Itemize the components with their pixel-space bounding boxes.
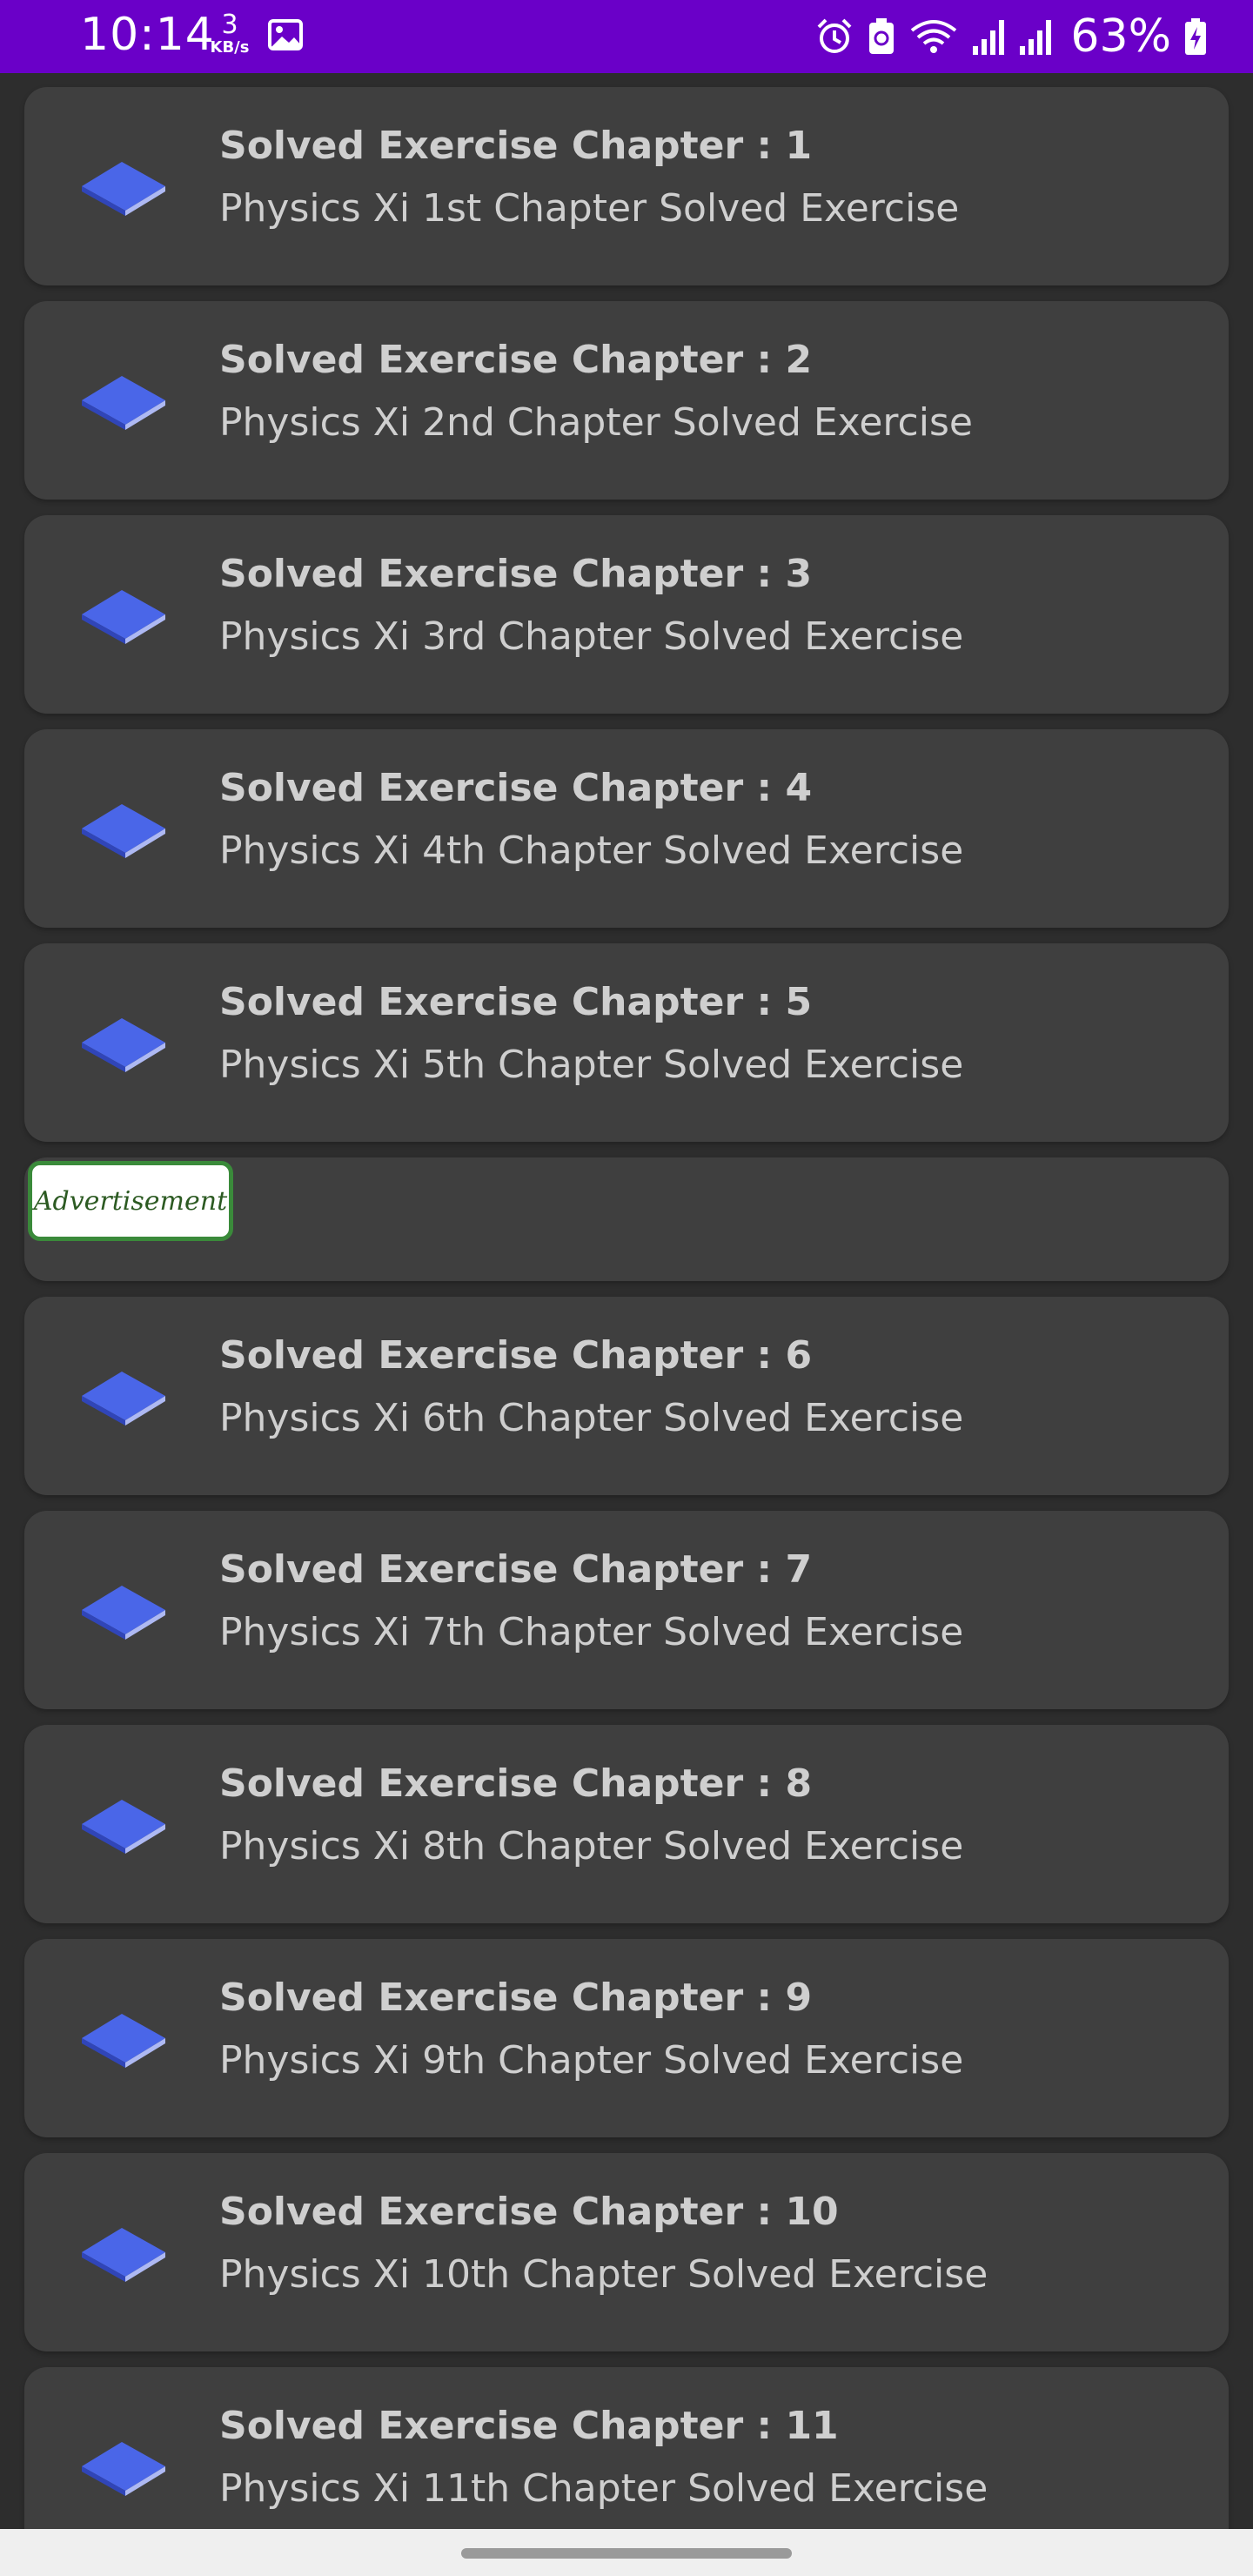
status-time: 10:14	[80, 9, 215, 61]
book-icon	[80, 1366, 167, 1426]
chapter-title: Solved Exercise Chapter : 2	[219, 338, 813, 382]
chapter-list-item[interactable]: Solved Exercise Chapter : 10 Physics Xi 1…	[24, 2153, 1229, 2351]
chapter-list-item[interactable]: Solved Exercise Chapter : 1 Physics Xi 1s…	[24, 87, 1229, 285]
wifi-icon	[911, 20, 957, 53]
chapter-title: Solved Exercise Chapter : 6	[219, 1333, 813, 1378]
signal-icon	[1020, 20, 1052, 55]
chapter-title: Solved Exercise Chapter : 3	[219, 552, 813, 596]
ad-banner[interactable]: Advertisement	[24, 1157, 1229, 1281]
image-icon	[268, 19, 303, 50]
chapter-title: Solved Exercise Chapter : 10	[219, 2190, 839, 2234]
chapter-title: Solved Exercise Chapter : 4	[219, 766, 813, 810]
chapter-title: Solved Exercise Chapter : 1	[219, 124, 813, 168]
chapter-list-item[interactable]: Solved Exercise Chapter : 9 Physics Xi 9t…	[24, 1939, 1229, 2137]
chapter-title: Solved Exercise Chapter : 5	[219, 980, 813, 1024]
signal-icon	[973, 20, 1005, 55]
book-icon	[80, 157, 167, 216]
alarm-icon	[818, 18, 852, 53]
book-icon	[80, 1013, 167, 1072]
home-gesture-handle[interactable]	[461, 2548, 792, 2559]
chapter-list-item[interactable]: Solved Exercise Chapter : 6 Physics Xi 6t…	[24, 1297, 1229, 1495]
navigation-bar	[0, 2529, 1253, 2576]
chapter-subtitle: Physics Xi 5th Chapter Solved Exercise	[219, 1043, 964, 1087]
battery-charging-icon	[1185, 18, 1206, 55]
battery-percent: 63%	[1070, 10, 1171, 63]
battery-saver-icon	[869, 18, 895, 54]
book-icon	[80, 2009, 167, 2068]
chapter-title: Solved Exercise Chapter : 9	[219, 1976, 813, 2020]
net-speed: 3 KB/s	[210, 10, 250, 57]
chapter-subtitle: Physics Xi 3rd Chapter Solved Exercise	[219, 614, 964, 659]
book-icon	[80, 799, 167, 858]
book-icon	[80, 585, 167, 644]
book-icon	[80, 2223, 167, 2282]
status-icons: 63%	[814, 10, 1208, 63]
chapter-title: Solved Exercise Chapter : 8	[219, 1761, 813, 1806]
chapter-subtitle: Physics Xi 8th Chapter Solved Exercise	[219, 1824, 964, 1868]
chapter-subtitle: Physics Xi 1st Chapter Solved Exercise	[219, 186, 960, 231]
chapter-subtitle: Physics Xi 4th Chapter Solved Exercise	[219, 828, 964, 873]
chapter-list-item[interactable]: Solved Exercise Chapter : 7 Physics Xi 7t…	[24, 1511, 1229, 1709]
chapter-subtitle: Physics Xi 2nd Chapter Solved Exercise	[219, 400, 973, 445]
book-icon	[80, 1794, 167, 1854]
ad-label: Advertisement	[28, 1161, 233, 1241]
chapter-title: Solved Exercise Chapter : 11	[219, 2404, 839, 2448]
chapter-list-item[interactable]: Solved Exercise Chapter : 2 Physics Xi 2n…	[24, 301, 1229, 500]
chapter-subtitle: Physics Xi 10th Chapter Solved Exercise	[219, 2252, 988, 2297]
chapter-subtitle: Physics Xi 7th Chapter Solved Exercise	[219, 1610, 964, 1654]
status-bar: 10:14 3 KB/s 63%	[0, 0, 1253, 73]
chapter-title: Solved Exercise Chapter : 7	[219, 1547, 813, 1592]
chapter-subtitle: Physics Xi 11th Chapter Solved Exercise	[219, 2466, 988, 2511]
chapter-subtitle: Physics Xi 9th Chapter Solved Exercise	[219, 2038, 964, 2083]
chapter-list-item[interactable]: Solved Exercise Chapter : 4 Physics Xi 4t…	[24, 729, 1229, 928]
chapter-list-item[interactable]: Solved Exercise Chapter : 5 Physics Xi 5t…	[24, 943, 1229, 1142]
book-icon	[80, 1580, 167, 1640]
book-icon	[80, 371, 167, 430]
chapter-subtitle: Physics Xi 6th Chapter Solved Exercise	[219, 1396, 964, 1440]
chapter-list-item[interactable]: Solved Exercise Chapter : 3 Physics Xi 3r…	[24, 515, 1229, 714]
chapter-list-item[interactable]: Solved Exercise Chapter : 8 Physics Xi 8t…	[24, 1725, 1229, 1923]
book-icon	[80, 2437, 167, 2496]
